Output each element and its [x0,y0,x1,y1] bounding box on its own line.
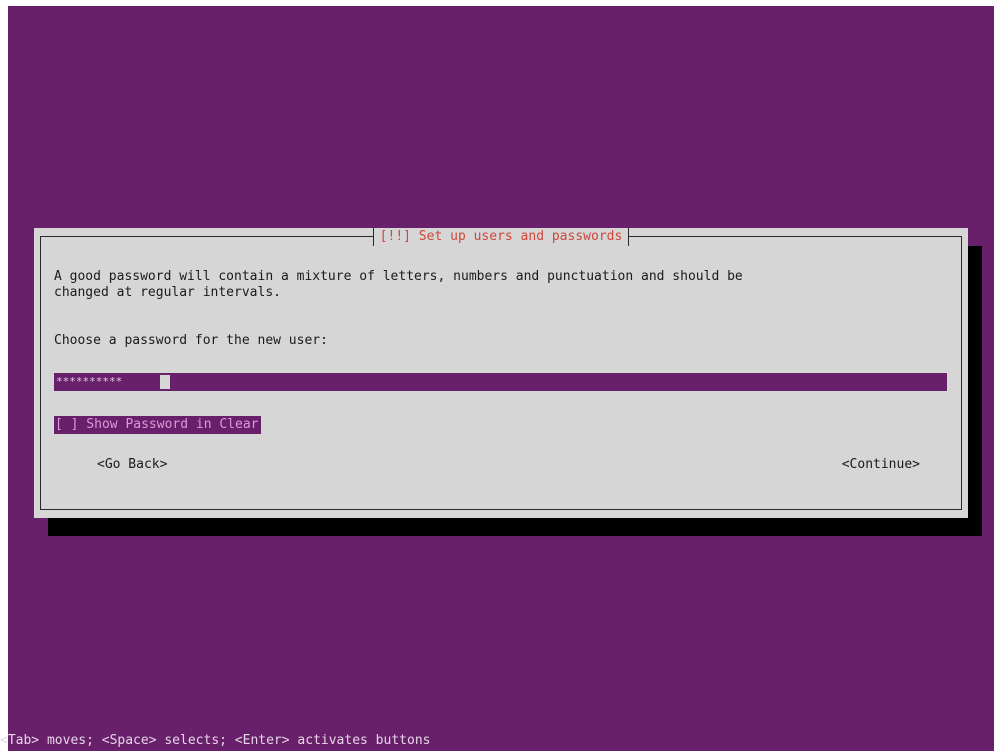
continue-button[interactable]: <Continue> [842,457,920,473]
password-description: A good password will contain a mixture o… [54,269,743,300]
go-back-button[interactable]: <Go Back> [97,457,167,473]
text-cursor [160,375,170,389]
password-prompt: Choose a password for the new user: [54,333,328,348]
password-input[interactable]: ********** [54,373,947,391]
keyboard-help-bar: <Tab> moves; <Space> selects; <Enter> ac… [0,733,431,748]
dialog-title: [!!] Set up users and passwords [372,228,630,246]
dialog-title-bar: [!!] Set up users and passwords [41,228,961,246]
password-mask: ********** [56,375,123,388]
setup-users-dialog: [!!] Set up users and passwords A good p… [34,228,968,518]
installer-screen: [!!] Set up users and passwords A good p… [0,6,994,751]
show-password-checkbox[interactable]: [ ] Show Password in Clear [54,416,261,434]
